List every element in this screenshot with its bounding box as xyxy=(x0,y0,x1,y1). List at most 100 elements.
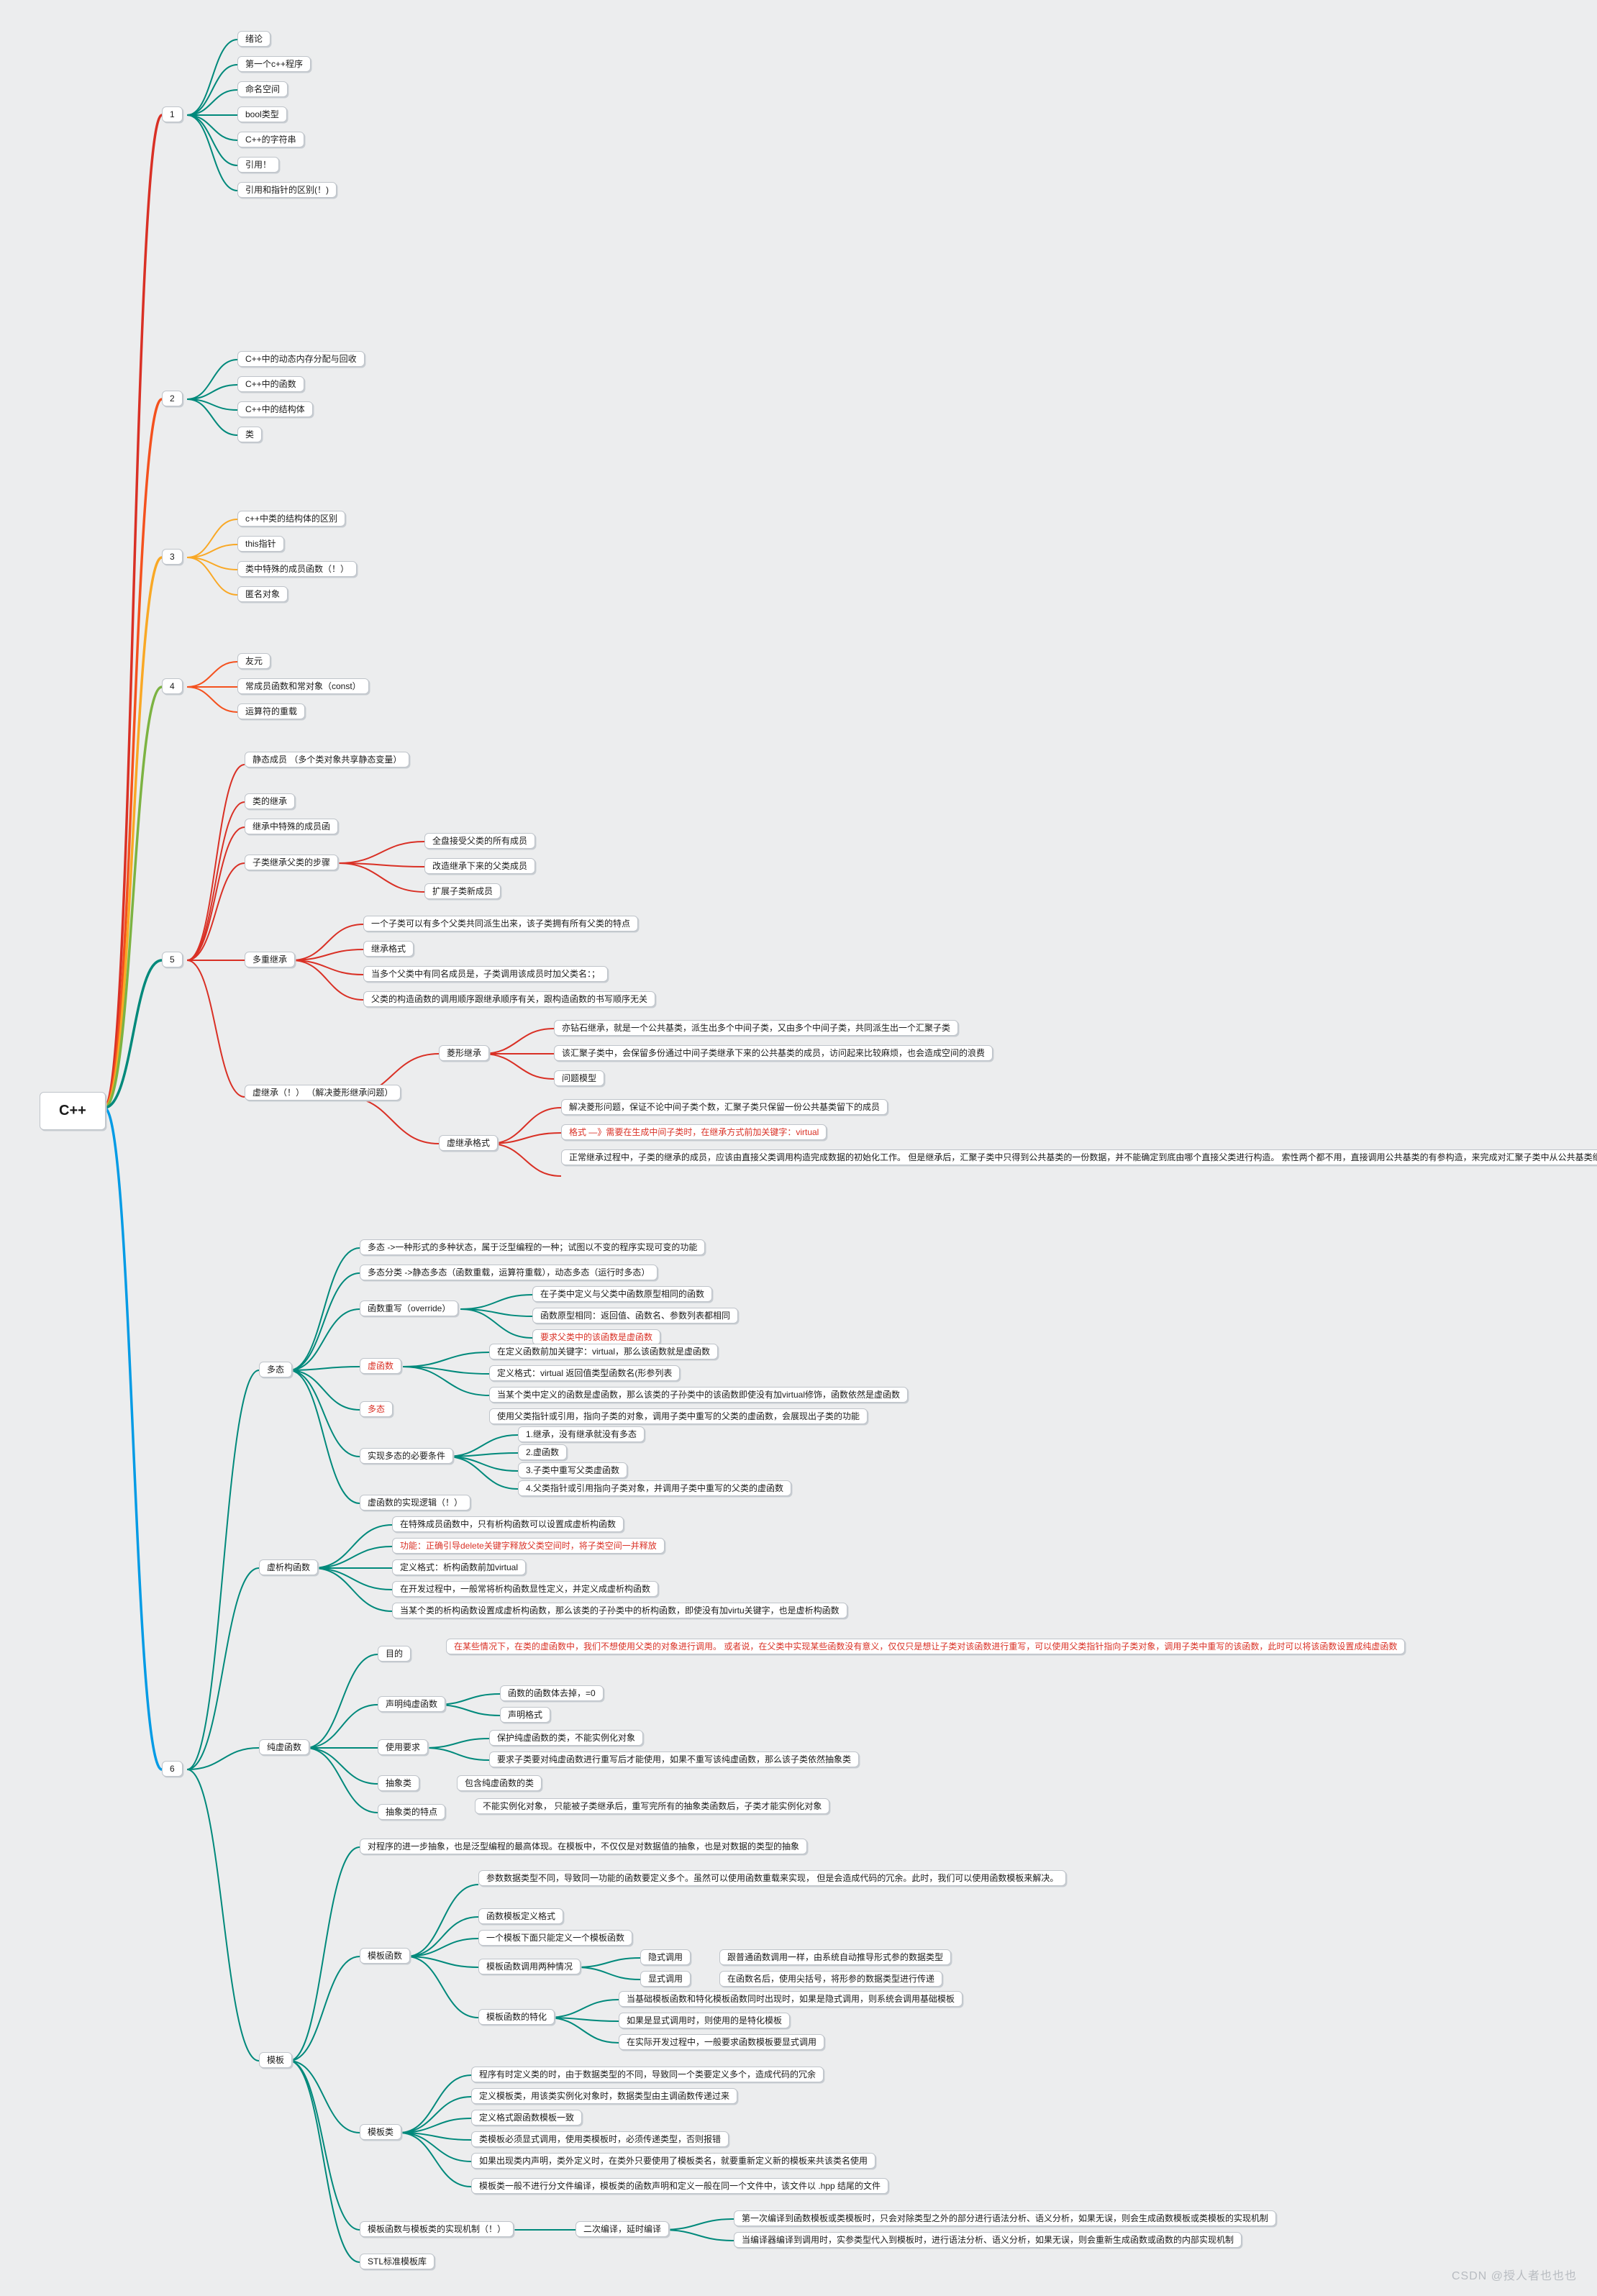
call-imp: 隐式调用 xyxy=(640,1949,691,1965)
section-6: 6 xyxy=(162,1761,183,1777)
s1-item: 命名空间 xyxy=(237,81,288,97)
override-item: 函数原型相同：返回值、函数名、参数列表都相同 xyxy=(532,1308,738,1324)
poly-head: 多态分类 ->静态多态（函数重载，运算符重载），动态多态（运行时多态） xyxy=(360,1265,658,1280)
s5-item: 继承中特殊的成员函 xyxy=(245,819,338,834)
purpose-text: 在某些情况下，在类的虚函数中，我们不想使用父类的对象进行调用。 或者说，在父类中… xyxy=(446,1639,1405,1654)
tclass-item: 定义模板类，用该类实例化对象时，数据类型由主调函数传递过来 xyxy=(471,2088,737,2104)
s5-multi-item: 父类的构造函数的调用顺序跟继承顺序有关，跟构造函数的书写顺序无关 xyxy=(363,991,655,1007)
mech-label: 模板函数与模板类的实现机制（！） xyxy=(360,2221,514,2237)
tpl-intro: 对程序的进一步抽象，也是泛型编程的最高体现。在模板中，不仅仅是对数据值的抽象，也… xyxy=(360,1839,807,1854)
tfunc-head: 参数数据类型不同，导致同一功能的函数要定义多个。虽然可以使用函数重载来实现， 但… xyxy=(478,1870,1066,1886)
cond-label: 实现多态的必要条件 xyxy=(360,1448,453,1464)
cond-item: 1.继承，没有继承就没有多态 xyxy=(518,1426,645,1442)
tfunc-label: 模板函数 xyxy=(360,1948,410,1964)
section-1: 1 xyxy=(162,106,183,122)
s5-subinherit-item: 全盘接受父类的所有成员 xyxy=(424,833,535,849)
s3-item: 类中特殊的成员函数（！） xyxy=(237,561,357,577)
call-exp-text: 在函数名后，使用尖括号，将形参的数据类型进行传递 xyxy=(719,1971,942,1987)
req-item: 保护纯虚函数的类，不能实例化对象 xyxy=(489,1730,643,1746)
mech-mid: 二次编译，延时编译 xyxy=(575,2221,669,2237)
call-label: 模板函数调用两种情况 xyxy=(478,1959,581,1974)
tfunc-item: 函数模板定义格式 xyxy=(478,1908,563,1924)
s5-item: 静态成员 （多个类对象共享静态变量） xyxy=(245,752,409,767)
s5-vformat-item: 正常继承过程中，子类的继承的成员，应该由直接父类调用构造完成数据的初始化工作。 … xyxy=(561,1149,1597,1165)
s5-item: 类的继承 xyxy=(245,793,295,809)
override-item: 在子类中定义与父类中函数原型相同的函数 xyxy=(532,1286,712,1302)
mech-item: 当编译器编译到调用时，实参类型代入到模板时，进行语法分析、语义分析，如果无误，则… xyxy=(734,2232,1242,2248)
decl-label: 声明纯虚函数 xyxy=(378,1696,445,1712)
s2-item: C++中的动态内存分配与回收 xyxy=(237,351,365,367)
s5-multi-item: 当多个父类中有同名成员是，子类调用该成员时加父类名：； xyxy=(363,966,608,982)
s2-item: C++中的结构体 xyxy=(237,401,313,417)
spec-item: 如果是显式调用时，则使用的是特化模板 xyxy=(619,2013,790,2028)
cond-item: 4.父类指针或引用指向子类对象，并调用子类中重写的父类的虚函数 xyxy=(518,1480,791,1496)
override-label: 函数重写（override） xyxy=(360,1300,458,1316)
duotai-label: 多态 xyxy=(360,1401,393,1417)
s1-item: 绪论 xyxy=(237,31,270,47)
s5-diamond-item: 问题模型 xyxy=(554,1070,604,1086)
duotai-text: 使用父类指针或引用，指向子类的对象，调用子类中重写的父类的虚函数，会展现出子类的… xyxy=(489,1408,868,1424)
vdtor-item: 当某个类的析构函数设置成虚析构函数，那么该类的子孙类中的析构函数，即使没有加vi… xyxy=(392,1603,847,1618)
s5-vformat-item: 解决菱形问题，保证不论中间子类个数，汇聚子类只保留一份公共基类留下的成员 xyxy=(561,1099,888,1115)
s5-subinherit-item: 扩展子类新成员 xyxy=(424,883,501,899)
s5-diamond-item: 该汇聚子类中，会保留多份通过中间子类继承下来的公共基类的成员，访问起来比较麻烦，… xyxy=(554,1045,993,1061)
poly-head: 多态 ->一种形式的多种状态，属于泛型编程的一种；试图以不变的程序实现可变的功能 xyxy=(360,1239,705,1255)
s5-multi-item: 继承格式 xyxy=(363,941,414,957)
stl-label: STL标准模板库 xyxy=(360,2254,434,2269)
decl-item: 函数的函数体去掉，=0 xyxy=(500,1685,604,1701)
s3-item: this指针 xyxy=(237,536,284,552)
vfunc-label: 虚函数 xyxy=(360,1358,401,1374)
tclass-item: 类模板必须显式调用，使用类模板时，必须传递类型，否则报错 xyxy=(471,2131,729,2147)
root-node: C++ xyxy=(40,1092,106,1130)
s2-item: C++中的函数 xyxy=(237,376,304,392)
spec-item: 当基础模板函数和特化模板函数同时出现时，如果是隐式调用，则系统会调用基础模板 xyxy=(619,1991,963,2007)
s5-multi: 多重继承 xyxy=(245,952,295,967)
vfunc-item: 在定义函数前加关键字：virtual，那么该函数就是虚函数 xyxy=(489,1344,718,1359)
vdtor-label: 虚析构函数 xyxy=(259,1559,318,1575)
logic: 虚函数的实现逻辑（！） xyxy=(360,1495,470,1511)
s3-item: 匿名对象 xyxy=(237,586,288,602)
cond-item: 2.虚函数 xyxy=(518,1444,567,1460)
decl-item: 声明格式 xyxy=(500,1707,550,1723)
vdtor-item: 在特殊成员函数中，只有析构函数可以设置成虚析构函数 xyxy=(392,1516,624,1532)
section-4: 4 xyxy=(162,678,183,694)
section-5: 5 xyxy=(162,952,183,967)
vfunc-item: 当某个类中定义的函数是虚函数，那么该类的子孙类中的该函数即使没有加virtual… xyxy=(489,1387,908,1403)
vdtor-item: 定义格式：析构函数前加virtual xyxy=(392,1559,526,1575)
vdtor-item: 功能：正确引导delete关键字释放父类空间时，将子类空间一并释放 xyxy=(392,1538,665,1554)
section-2: 2 xyxy=(162,391,183,406)
vfunc-item: 定义格式：virtual 返回值类型函数名(形参列表 xyxy=(489,1365,680,1381)
section-3: 3 xyxy=(162,549,183,565)
s4-item: 常成员函数和常对象（const） xyxy=(237,678,369,694)
tclass-item: 模板类一般不进行分文件编译，模板类的函数声明和定义一般在同一个文件中，该文件以 … xyxy=(471,2178,888,2194)
cond-item: 3.子类中重写父类虚函数 xyxy=(518,1462,627,1478)
purpose-label: 目的 xyxy=(378,1646,411,1662)
s5-diamond-item: 亦钻石继承，就是一个公共基类，派生出多个中间子类，又由多个中间子类，共同派生出一… xyxy=(554,1020,958,1036)
tpl-label: 模板 xyxy=(259,2052,292,2068)
abs-text: 包含纯虚函数的类 xyxy=(457,1775,542,1791)
tclass-item: 定义格式跟函数模板一致 xyxy=(471,2110,582,2126)
poly-label: 多态 xyxy=(259,1362,292,1377)
req-label: 使用要求 xyxy=(378,1739,428,1755)
abs-label: 抽象类 xyxy=(378,1775,419,1791)
s1-item: 引用和指针的区别(！) xyxy=(237,182,337,198)
s1-item: C++的字符串 xyxy=(237,132,304,147)
spec-item: 在实际开发过程中，一般要求函数模板要显式调用 xyxy=(619,2034,824,2050)
watermark: CSDN @授人者也也也 xyxy=(1452,2266,1577,2283)
s4-item: 友元 xyxy=(237,653,270,669)
req-item: 要求子类要对纯虚函数进行重写后才能使用，如果不重写该纯虚函数，那么该子类依然抽象… xyxy=(489,1751,859,1767)
override-item: 要求父类中的该函数是虚函数 xyxy=(532,1329,660,1345)
call-imp-text: 跟普通函数调用一样，由系统自动推导形式参的数据类型 xyxy=(719,1949,951,1965)
s1-item: 第一个c++程序 xyxy=(237,56,311,72)
tfunc-item: 一个模板下面只能定义一个模板函数 xyxy=(478,1930,632,1946)
call-exp: 显式调用 xyxy=(640,1971,691,1987)
tclass-item: 程序有时定义类的时，由于数据类型的不同，导致同一个类要定义多个，造成代码的冗余 xyxy=(471,2067,824,2082)
pure-label: 纯虚函数 xyxy=(259,1739,309,1755)
s5-virtual: 虚继承（！） （解决菱形继承问题） xyxy=(245,1085,401,1101)
s5-diamond: 菱形继承 xyxy=(439,1045,489,1061)
s2-item: 类 xyxy=(237,427,262,442)
tclass-label: 模板类 xyxy=(360,2124,401,2140)
s4-item: 运算符的重载 xyxy=(237,703,305,719)
tclass-item: 如果出现类内声明，类外定义时，在类外只要使用了模板类名，就要重新定义新的模板来共… xyxy=(471,2153,875,2169)
s5-vformat: 虚继承格式 xyxy=(439,1135,498,1151)
